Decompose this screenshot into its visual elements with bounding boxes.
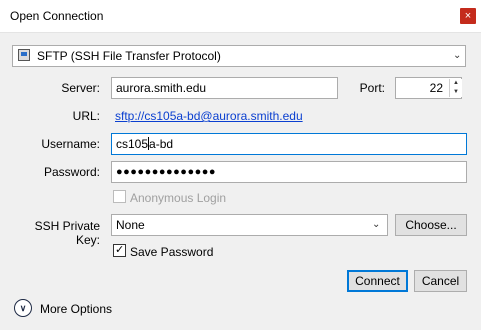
choose-key-button[interactable]: Choose... [395,214,467,236]
chevron-down-icon: ⌄ [372,219,381,230]
chevron-down-icon[interactable]: ∨ [14,299,32,317]
chevron-down-icon: ⌄ [453,50,462,61]
drive-icon [18,49,30,61]
window-title: Open Connection [10,9,104,23]
ssh-key-selected-value: None [116,218,145,232]
protocol-dropdown[interactable]: SFTP (SSH File Transfer Protocol) ⌄ [12,45,466,67]
spin-down-icon[interactable]: ▼ [450,88,462,97]
password-input[interactable]: ●●●●●●●●●●●●●● [111,161,467,183]
anonymous-login-label: Anonymous Login [130,191,227,205]
url-link[interactable]: sftp://cs105a-bd@aurora.smith.edu [115,109,303,123]
spin-up-icon[interactable]: ▲ [450,79,462,88]
ssh-key-label: SSH Private Key: [34,219,100,247]
password-label: Password: [43,165,100,179]
anonymous-login-checkbox[interactable] [113,190,126,203]
save-password-label: Save Password [130,245,214,259]
username-label: Username: [41,137,100,151]
username-input[interactable]: cs105a-bd [111,133,467,155]
checkmark-icon: ✓ [115,244,125,256]
port-spinner[interactable]: ▲ ▼ [449,79,462,97]
title-bar: Open Connection × [0,0,481,33]
more-options-label[interactable]: More Options [40,302,112,316]
username-text-after-caret: a-bd [149,137,174,151]
save-password-checkbox[interactable]: ✓ [113,244,126,257]
username-text-before-caret: cs105 [116,137,149,151]
cancel-button[interactable]: Cancel [414,270,467,292]
server-input[interactable]: aurora.smith.edu [111,77,338,99]
close-icon: × [464,10,472,22]
url-label: URL: [72,109,100,123]
port-label: Port: [359,81,385,95]
protocol-selected-value: SFTP (SSH File Transfer Protocol) [37,49,221,63]
connect-button[interactable]: Connect [347,270,408,292]
close-button[interactable]: × [460,8,476,24]
ssh-key-dropdown[interactable]: None ⌄ [111,214,388,236]
server-label: Server: [61,81,100,95]
